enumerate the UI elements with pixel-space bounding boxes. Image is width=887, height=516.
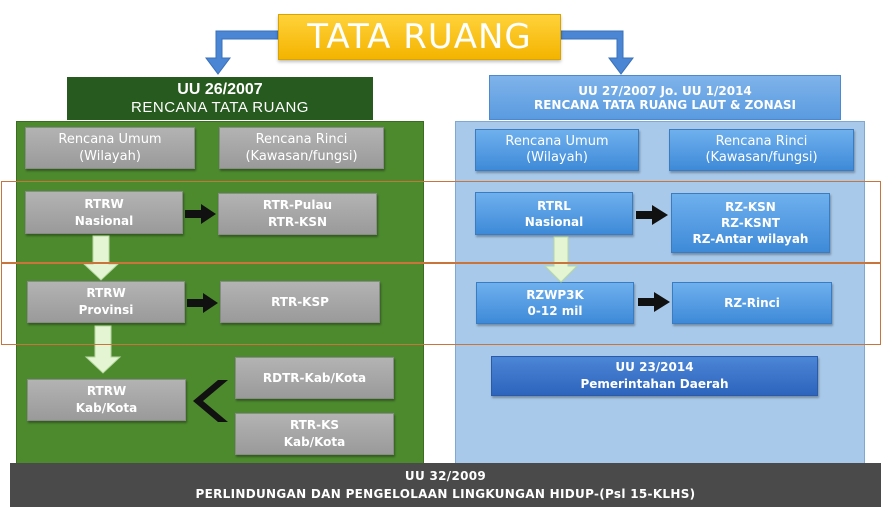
row-outline-nasional xyxy=(1,181,881,263)
bottom-title: PERLINDUNGAN DAN PENGELOLAAN LINGKUNGAN … xyxy=(195,487,696,501)
left-chevron xyxy=(193,380,228,422)
bottom-bar: UU 32/2009 PERLINDUNGAN DAN PENGELOLAAN … xyxy=(10,463,881,507)
bottom-law: UU 32/2009 xyxy=(404,469,487,483)
row-outline-provinsi xyxy=(1,263,881,345)
